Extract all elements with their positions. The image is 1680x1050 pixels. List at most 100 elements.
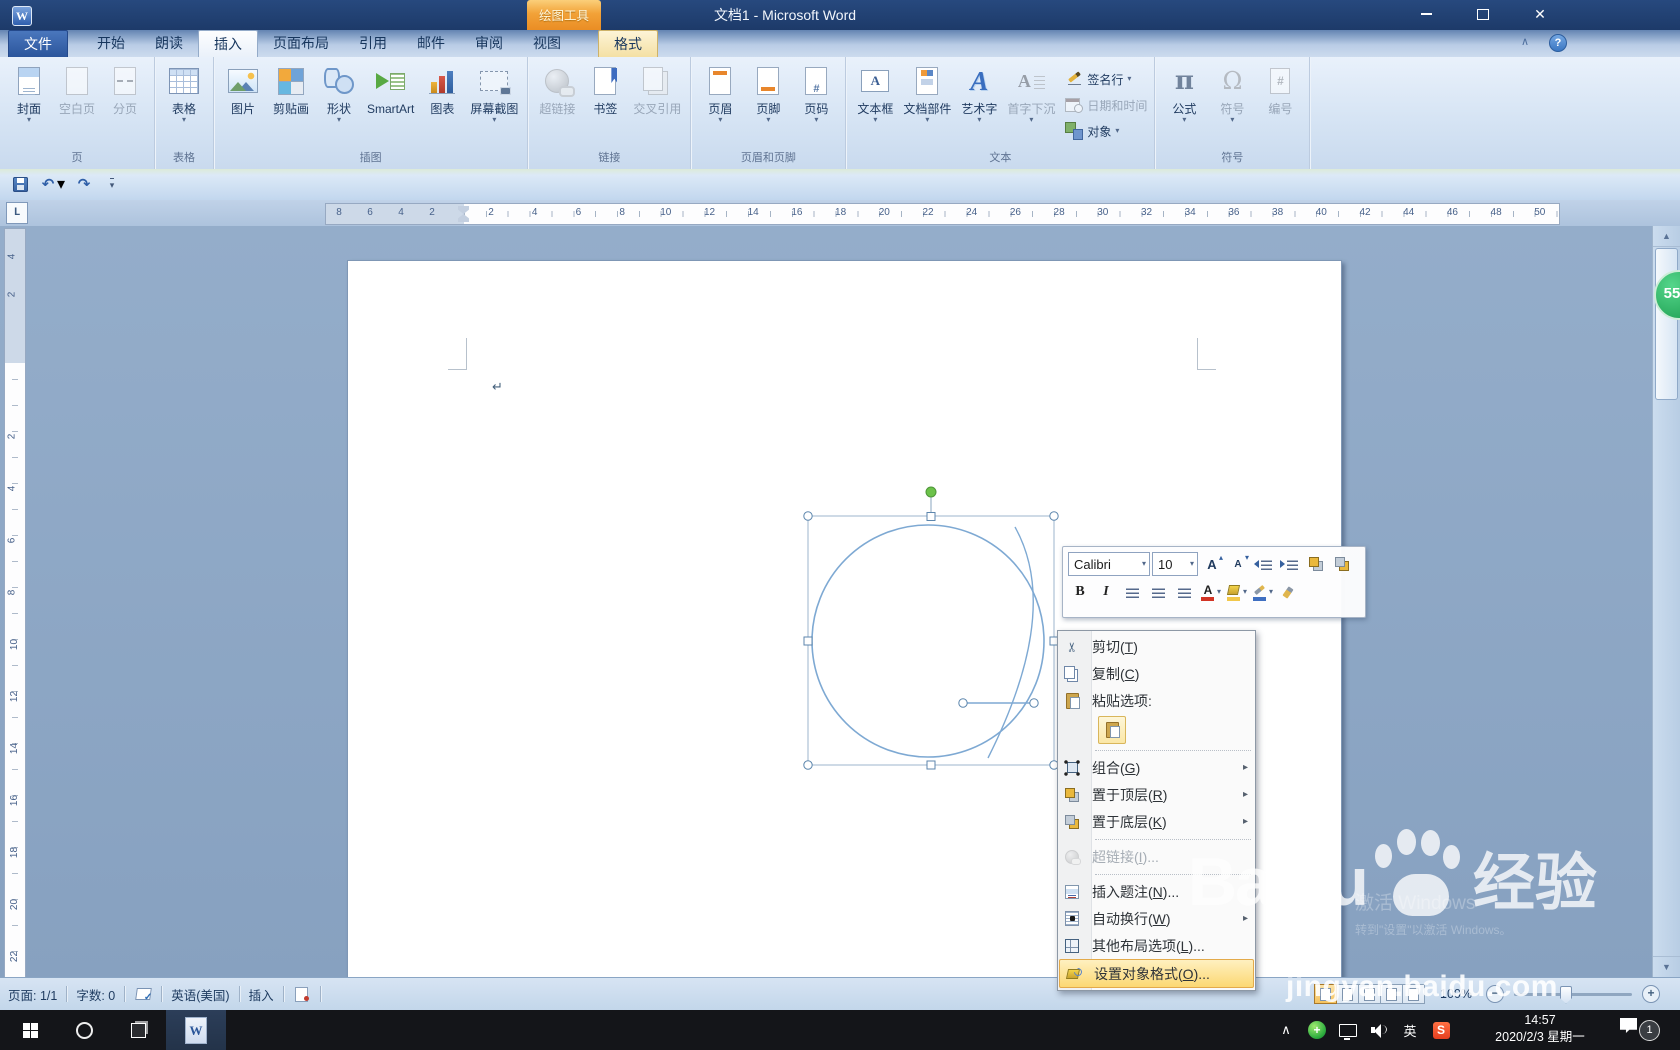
menu-item-format-object[interactable]: 设置对象格式(O)... xyxy=(1059,959,1254,988)
shading-button[interactable]: ▾ xyxy=(1224,580,1248,604)
ribbon-button-shapes[interactable]: 形状 ▾ xyxy=(315,61,363,124)
notification-area[interactable]: 1 xyxy=(1612,1014,1664,1046)
decrease-indent-button[interactable] xyxy=(1252,552,1276,576)
tab-insert[interactable]: 插入 xyxy=(198,30,258,57)
ribbon-button-table[interactable]: 表格 ▾ xyxy=(160,61,208,124)
ribbon-button-quick-parts[interactable]: 文档部件 ▾ xyxy=(899,61,955,124)
ribbon-button-clip-art[interactable]: 剪贴画 xyxy=(267,61,315,116)
bold-button[interactable] xyxy=(1068,580,1092,604)
start-button[interactable] xyxy=(8,1010,52,1050)
scroll-down-icon[interactable]: ▼ xyxy=(1653,956,1680,977)
tab-view[interactable]: 视图 xyxy=(518,30,576,57)
qat-save-button[interactable] xyxy=(8,173,32,195)
tray-expand-icon[interactable]: ∧ xyxy=(1276,1020,1296,1040)
status-word-count[interactable]: 字数: 0 xyxy=(76,985,115,1004)
zoom-in-button[interactable]: + xyxy=(1642,985,1660,1003)
help-icon[interactable]: ? xyxy=(1549,34,1567,52)
ribbon-button-signature-line[interactable]: 签名行 ▾ xyxy=(1065,67,1147,91)
ribbon-button-bookmark[interactable]: 书签 xyxy=(581,61,629,116)
oval-shape[interactable] xyxy=(811,524,1045,758)
vertical-scrollbar[interactable]: ▲ ▼ xyxy=(1652,226,1680,977)
close-button[interactable]: ✕ xyxy=(1519,0,1561,28)
grow-font-button[interactable] xyxy=(1200,552,1224,576)
line-endpoint-handle-right[interactable] xyxy=(1029,698,1039,708)
menu-item-group[interactable]: 组合(G) ▸ xyxy=(1058,754,1255,781)
rotate-handle[interactable] xyxy=(925,486,937,498)
minimize-ribbon-icon[interactable]: ∧ xyxy=(1521,35,1529,48)
ribbon-button-text-box[interactable]: 文本框▾ xyxy=(851,61,899,124)
menu-item-paste-options[interactable]: 粘贴选项: xyxy=(1058,687,1255,714)
qat-undo-button[interactable]: ▾ xyxy=(36,172,68,196)
ribbon-button-cover-page[interactable]: 封面 ▾ xyxy=(5,61,53,124)
align-right-button[interactable] xyxy=(1172,580,1196,604)
ribbon-button-footer[interactable]: 页脚 ▾ xyxy=(744,61,792,124)
ribbon-button-header[interactable]: 页眉 ▾ xyxy=(696,61,744,124)
tab-file[interactable]: 文件 xyxy=(8,30,68,57)
corner-handle-top-left[interactable] xyxy=(803,511,813,521)
line-endpoint-handle-left[interactable] xyxy=(958,698,968,708)
align-left-button[interactable] xyxy=(1120,580,1144,604)
ribbon-button-screenshot[interactable]: 屏幕截图 ▾ xyxy=(466,61,522,124)
menu-item-cut[interactable]: 剪切(T) xyxy=(1058,633,1255,660)
ribbon-button-wordart[interactable]: 艺术字▾ xyxy=(955,61,1003,124)
macro-icon[interactable] xyxy=(293,985,311,1003)
tray-360-safety-icon[interactable]: + xyxy=(1307,1020,1327,1040)
scroll-up-icon[interactable]: ▲ xyxy=(1653,226,1680,247)
tab-references[interactable]: 引用 xyxy=(344,30,402,57)
corner-handle-top-right[interactable] xyxy=(1049,511,1059,521)
tab-page-layout[interactable]: 页面布局 xyxy=(258,30,344,57)
zoom-slider-thumb[interactable] xyxy=(1560,985,1572,1004)
ribbon-button-page-number[interactable]: 页码▾ xyxy=(792,61,840,124)
status-separator xyxy=(238,986,240,1002)
tray-sogou-icon[interactable]: S xyxy=(1431,1020,1451,1040)
maximize-button[interactable] xyxy=(1462,0,1504,28)
bring-forward-button[interactable] xyxy=(1304,552,1328,576)
italic-button[interactable] xyxy=(1094,580,1118,604)
dropdown-arrow-icon: ▾ xyxy=(1242,587,1247,596)
format-painter-button[interactable] xyxy=(1276,580,1300,604)
minimize-button[interactable] xyxy=(1405,0,1447,28)
corner-handle-bottom-left[interactable] xyxy=(803,760,813,770)
menu-item-more-layout-options[interactable]: 其他布局选项(L)... xyxy=(1058,932,1255,959)
send-backward-button[interactable] xyxy=(1330,552,1354,576)
menu-item-paste-keep-source-formatting[interactable] xyxy=(1098,716,1126,744)
align-center-button[interactable] xyxy=(1146,580,1170,604)
tab-mailings[interactable]: 邮件 xyxy=(402,30,460,57)
taskbar-clock[interactable]: 14:57 2020/2/3 星期一 xyxy=(1480,1012,1600,1048)
ribbon-button-smartart[interactable]: SmartArt xyxy=(363,61,418,116)
tab-stop-selector[interactable]: L xyxy=(6,202,28,224)
increase-indent-button[interactable] xyxy=(1278,552,1302,576)
font-color-button[interactable]: ▾ xyxy=(1198,580,1222,604)
tray-display-icon[interactable] xyxy=(1338,1020,1358,1040)
menu-item-bring-to-front[interactable]: 置于顶层(R) ▸ xyxy=(1058,781,1255,808)
ribbon-button-picture[interactable]: 图片 xyxy=(219,61,267,116)
status-insert-mode[interactable]: 插入 xyxy=(249,985,274,1004)
edge-handle-top[interactable] xyxy=(926,512,936,521)
ribbon-button-equation[interactable]: 公式▾ xyxy=(1160,61,1208,124)
tab-home[interactable]: 开始 xyxy=(82,30,140,57)
shrink-font-button[interactable] xyxy=(1226,552,1250,576)
tab-read-aloud[interactable]: 朗读 xyxy=(140,30,198,57)
tray-ime-icon[interactable]: 英 xyxy=(1400,1020,1420,1040)
ribbon-button-chart[interactable]: 图表 xyxy=(418,61,466,116)
search-button[interactable] xyxy=(64,1010,104,1050)
qat-customize-qat-button[interactable] xyxy=(100,173,124,195)
taskbar-word-button[interactable] xyxy=(166,1010,226,1050)
qat-redo-button[interactable] xyxy=(72,173,96,195)
tray-volume-icon[interactable] xyxy=(1369,1020,1389,1040)
proof-icon[interactable] xyxy=(134,985,152,1003)
outline-color-button[interactable]: ▾ xyxy=(1250,580,1274,604)
edge-handle-bottom[interactable] xyxy=(926,760,936,770)
font-size-select[interactable]: 10 ▾ xyxy=(1152,552,1198,576)
vertical-ruler[interactable]: 4 2 2 4 6 8 10 12 14 16 18 20 22 xyxy=(4,228,26,979)
ribbon-button-object[interactable]: 对象 ▾ xyxy=(1065,119,1147,143)
task-view-button[interactable] xyxy=(118,1010,158,1050)
tab-review[interactable]: 审阅 xyxy=(460,30,518,57)
menu-item-copy[interactable]: 复制(C) xyxy=(1058,660,1255,687)
font-name-select[interactable]: Calibri ▾ xyxy=(1068,552,1150,576)
horizontal-ruler[interactable]: 8 6 4 2 2 4 6 8 10 12 14 16 18 20 22 24 26 28 30 32 34 36 38 40… xyxy=(325,203,1560,225)
status-page-indicator[interactable]: 页面: 1/1 xyxy=(8,985,57,1004)
tab-format-contextual[interactable]: 格式 xyxy=(598,30,658,57)
status-language[interactable]: 英语(美国) xyxy=(171,985,229,1004)
edge-handle-left[interactable] xyxy=(803,636,813,646)
